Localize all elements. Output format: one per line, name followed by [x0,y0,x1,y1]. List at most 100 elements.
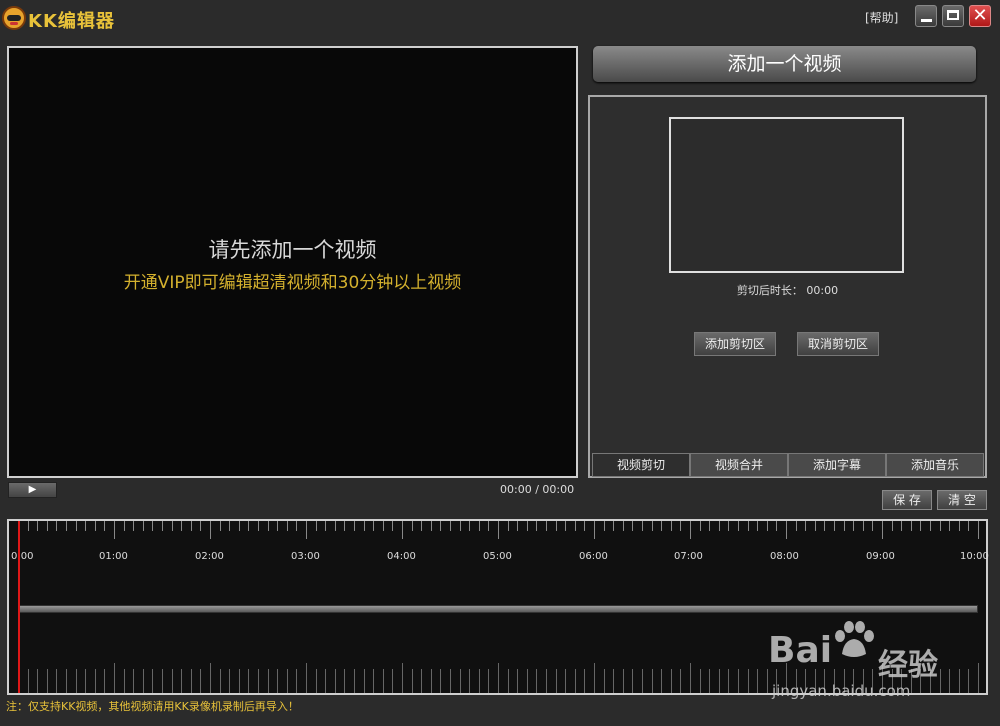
ruler-tick [834,521,835,531]
ruler-tick [939,521,941,531]
ruler-tick [27,521,29,531]
ruler-tick [123,521,125,531]
maximize-button[interactable] [942,5,964,27]
ruler-tick [498,663,499,693]
ruler-tick [152,521,154,531]
ruler-tick [738,669,739,693]
ruler-tick [853,521,855,531]
help-link[interactable]: [帮助] [865,9,898,26]
ruler-tick [37,521,39,531]
tab-video-merge[interactable]: 视频合并 [690,453,788,477]
player-timecode: 00:00 / 00:00 [500,483,575,496]
ruler-tick [75,521,77,531]
add-cut-region-button[interactable]: 添加剪切区 [694,332,776,356]
ruler-tick [421,669,423,693]
ruler-tick [910,521,912,531]
cut-duration-label: 剪切后时长： [736,284,803,297]
clear-button[interactable]: 清 空 [937,490,987,510]
ruler-tick [66,521,67,531]
ruler-tick [795,521,797,531]
timeline-label: 07:00 [674,551,703,562]
ruler-tick [133,521,135,531]
ruler-tick [747,669,749,693]
ruler-tick [162,669,163,693]
ruler-tick [46,669,48,693]
player-vip-message: 开通VIP即可编辑超清视频和30分钟以上视频 [123,273,462,293]
ruler-tick [85,521,87,531]
ruler-tick [277,669,279,693]
ruler-tick [555,669,557,693]
ruler-tick [690,521,691,539]
ruler-tick [382,669,384,693]
edit-panel: 剪切后时长： 00:00 添加剪切区 取消剪切区 视频剪切 视频合并 添加字幕 … [588,95,987,478]
ruler-tick [450,521,451,531]
ruler-tick [949,521,951,531]
tab-add-music[interactable]: 添加音乐 [886,453,984,477]
ruler-tick [56,521,58,531]
ruler-tick [661,521,663,531]
player-empty-message: 请先添加一个视频 [208,238,377,262]
ruler-tick [286,669,288,693]
tab-video-cut[interactable]: 视频剪切 [592,453,690,477]
ruler-tick [258,521,259,531]
timeline-track[interactable] [18,605,978,613]
tab-add-subtitle[interactable]: 添加字幕 [788,453,886,477]
ruler-tick [555,521,557,531]
ruler-tick [766,521,768,531]
ruler-tick [843,521,845,531]
watermark-url: jingyan.baidu.com [772,682,911,700]
timeline-label: 06:00 [579,551,608,562]
ruler-tick [546,521,547,531]
ruler-tick [517,669,519,693]
ruler-tick [373,521,375,531]
ruler-tick [757,669,759,693]
ruler-tick [325,521,327,531]
ruler-tick [536,669,538,693]
video-player[interactable]: 请先添加一个视频 开通VIP即可编辑超清视频和30分钟以上视频 [7,46,578,478]
ruler-tick [459,669,461,693]
ruler-tick [584,669,586,693]
ruler-tick [430,669,432,693]
ruler-tick [728,521,730,531]
ruler-tick [958,521,960,531]
ruler-tick [354,669,355,693]
play-button[interactable]: ▶ [8,482,57,498]
ruler-tick [392,521,394,531]
ruler-tick [862,521,864,531]
ruler-tick [114,521,115,539]
timeline-label: 01:00 [99,551,128,562]
paw-icon [835,621,874,657]
ruler-tick [421,521,423,531]
ruler-tick [786,521,787,539]
import-note: 注：仅支持KK视频，其他视频请用KK录像机录制后再导入！ [6,700,299,713]
ruler-tick [526,669,528,693]
edit-tabs: 视频剪切 视频合并 添加字幕 添加音乐 [592,453,984,477]
ruler-tick [450,669,451,693]
ruler-tick [142,669,144,693]
ruler-tick [162,521,163,531]
ruler-tick [171,521,173,531]
ruler-tick [574,669,576,693]
ruler-tick [651,669,653,693]
ruler-tick [229,521,231,531]
timeline-label: 02:00 [195,551,224,562]
ruler-tick [315,521,317,531]
playhead-cursor[interactable] [18,521,20,693]
ruler-tick [267,521,269,531]
app-logo-icon [2,6,26,30]
save-button[interactable]: 保 存 [882,490,932,510]
ruler-tick [814,521,816,531]
ruler-tick [104,669,106,693]
ruler-tick [603,521,605,531]
timeline-label: 10:00 [960,551,989,562]
timeline-label: 09:00 [866,551,895,562]
ruler-tick [334,521,336,531]
cancel-cut-region-button[interactable]: 取消剪切区 [797,332,879,356]
ruler-tick [382,521,384,531]
ruler-tick [392,669,394,693]
ruler-tick [104,521,106,531]
ruler-tick [709,521,711,531]
add-video-button[interactable]: 添加一个视频 [593,46,976,82]
minimize-button[interactable] [915,5,937,27]
close-button[interactable]: ✕ [969,5,991,27]
